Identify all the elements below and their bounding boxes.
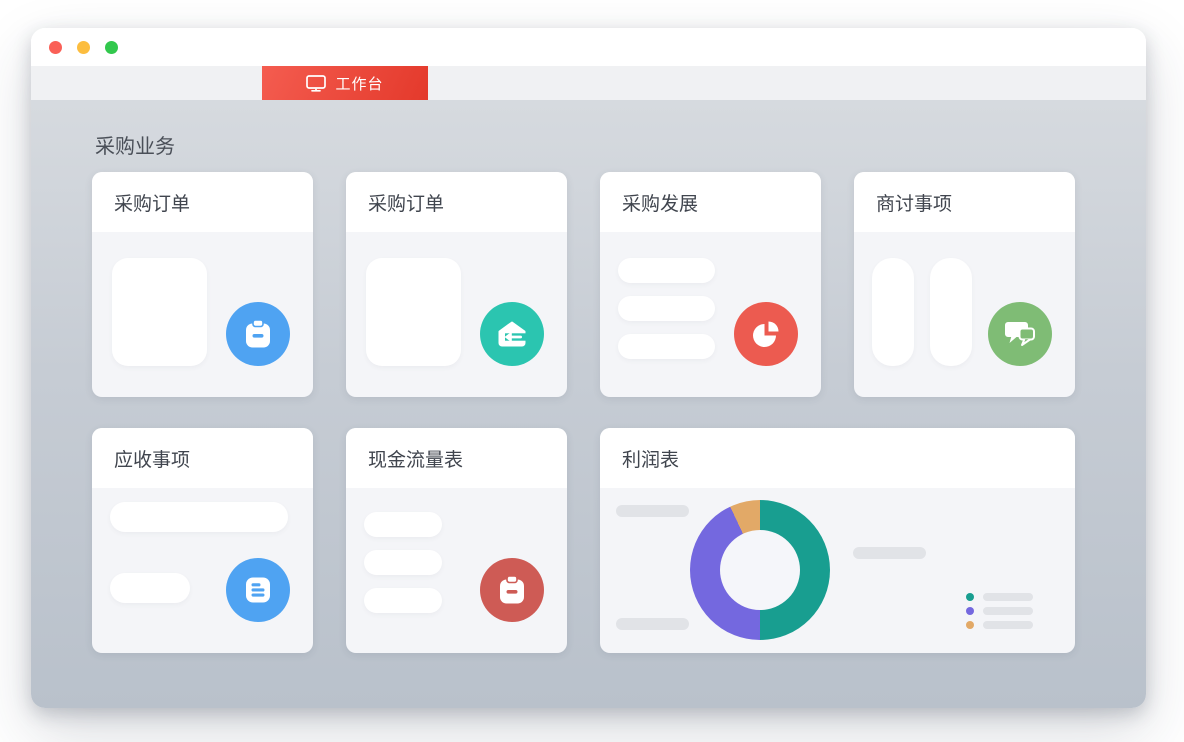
placeholder-long-bar — [110, 502, 288, 532]
tab-strip: 工作台 — [31, 66, 1146, 100]
placeholder-short-bar — [110, 573, 190, 603]
close-button[interactable] — [49, 41, 62, 54]
card-title: 利润表 — [622, 445, 679, 472]
placeholder-vbar — [872, 258, 914, 366]
placeholder-square — [366, 258, 461, 366]
card-purchase-development[interactable]: 采购发展 — [600, 172, 821, 397]
donut-chart — [690, 500, 830, 640]
card-title: 商讨事项 — [876, 189, 952, 216]
card-cash-flow[interactable]: 现金流量表 — [346, 428, 567, 653]
legend-item — [966, 593, 1033, 601]
card-title: 采购订单 — [114, 189, 190, 216]
legend-dot-orange — [966, 621, 974, 629]
app-window: 工作台 采购业务 采购订单 — [31, 28, 1146, 708]
titlebar — [31, 28, 1146, 66]
placeholder-bar — [364, 512, 442, 537]
section-title: 采购业务 — [95, 130, 175, 159]
placeholder-bar — [618, 334, 715, 359]
legend-label-bar — [983, 621, 1033, 629]
placeholder-vbar — [930, 258, 972, 366]
document-icon — [226, 558, 290, 622]
placeholder-square — [112, 258, 207, 366]
clipboard-icon — [226, 302, 290, 366]
placeholder-label-bar — [616, 505, 689, 517]
placeholder-bar — [618, 296, 715, 321]
chart-legend — [966, 593, 1033, 635]
placeholder-bar — [364, 588, 442, 613]
legend-label-bar — [983, 593, 1033, 601]
card-title: 应收事项 — [114, 445, 190, 472]
legend-dot-teal — [966, 593, 974, 601]
pie-chart-icon — [734, 302, 798, 366]
placeholder-bar — [618, 258, 715, 283]
placeholder-bar — [364, 550, 442, 575]
card-purchase-order-2[interactable]: 采购订单 — [346, 172, 567, 397]
legend-item — [966, 607, 1033, 615]
donut-hole — [720, 530, 800, 610]
tab-label: 工作台 — [335, 73, 383, 94]
card-grid: 采购订单 采购订单 — [92, 172, 1075, 653]
placeholder-label-bar — [616, 618, 689, 630]
legend-label-bar — [983, 607, 1033, 615]
legend-dot-purple — [966, 607, 974, 615]
chat-icon — [988, 302, 1052, 366]
card-purchase-order-1[interactable]: 采购订单 — [92, 172, 313, 397]
card-receivables[interactable]: 应收事项 — [92, 428, 313, 653]
card-title: 采购发展 — [622, 189, 698, 216]
placeholder-label-bar — [853, 547, 926, 559]
home-return-icon — [480, 302, 544, 366]
clipboard-icon — [480, 558, 544, 622]
minimize-button[interactable] — [77, 41, 90, 54]
zoom-button[interactable] — [105, 41, 118, 54]
card-profit-statement[interactable]: 利润表 — [600, 428, 1075, 653]
card-discussion-items[interactable]: 商讨事项 — [854, 172, 1075, 397]
card-title: 采购订单 — [368, 189, 444, 216]
monitor-icon — [306, 75, 326, 92]
tab-workbench[interactable]: 工作台 — [262, 66, 428, 100]
main-content: 采购业务 采购订单 — [31, 100, 1146, 708]
card-title: 现金流量表 — [368, 445, 463, 472]
legend-item — [966, 621, 1033, 629]
